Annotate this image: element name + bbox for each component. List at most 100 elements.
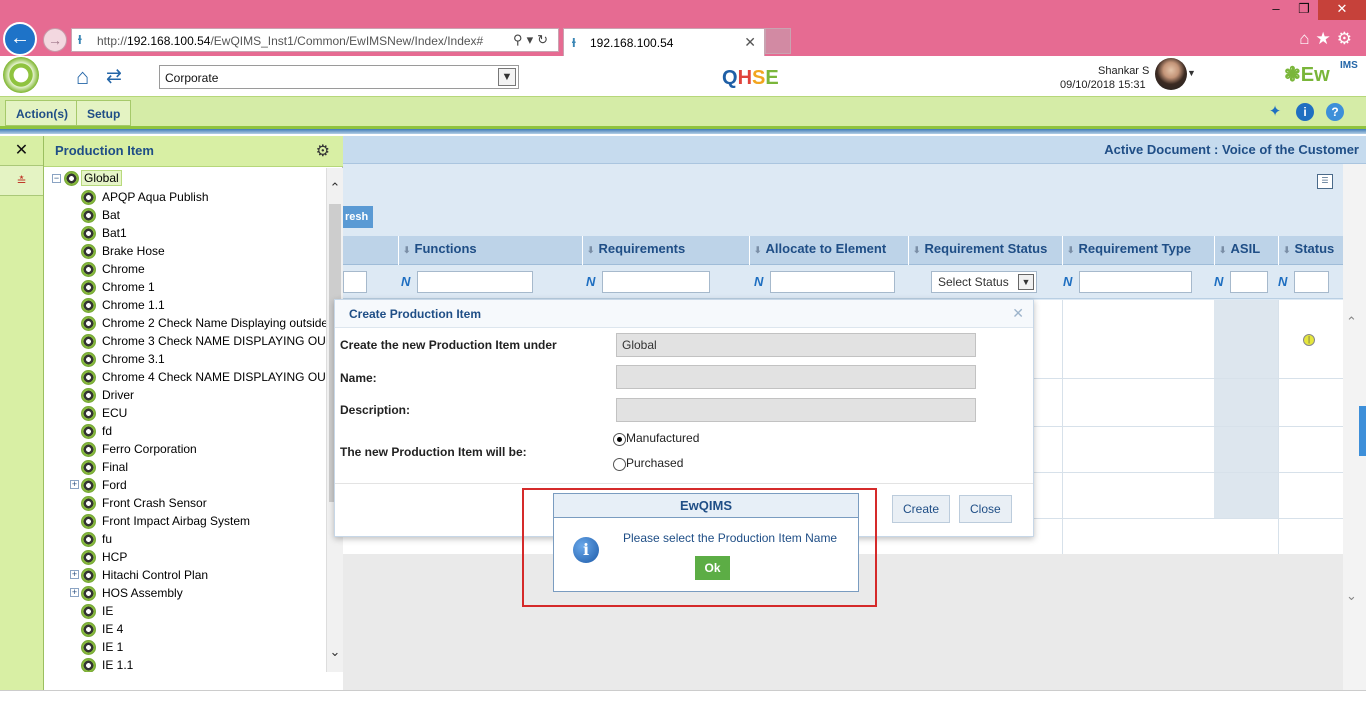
organization-select[interactable]: Corporate ▼ xyxy=(159,65,519,89)
filter-input[interactable] xyxy=(602,271,710,293)
minimize-icon[interactable]: – xyxy=(1262,0,1290,20)
tree-item[interactable]: ECU xyxy=(44,404,326,422)
manufactured-radio[interactable] xyxy=(613,433,626,446)
filter-icon[interactable]: N xyxy=(586,274,595,289)
help-icon[interactable]: ? xyxy=(1326,103,1344,121)
address-actions[interactable]: ⚲▾↻ xyxy=(513,32,552,48)
scroll-down-icon[interactable]: ⌄ xyxy=(327,644,343,660)
home-icon[interactable]: ⌂ xyxy=(76,66,89,88)
expand-chevron-icon[interactable]: ≛ xyxy=(0,166,43,196)
tree-item[interactable]: Chrome 2 Check Name Displaying outside xyxy=(44,314,326,332)
tree-item[interactable]: Front Crash Sensor xyxy=(44,494,326,512)
sort-icon[interactable]: ⬇ xyxy=(1067,245,1075,255)
filter-input[interactable] xyxy=(1079,271,1192,293)
close-icon[interactable]: ✕ xyxy=(1012,305,1024,322)
tree-item[interactable]: Chrome 3.1 xyxy=(44,350,326,368)
sort-icon[interactable]: ⬇ xyxy=(754,245,762,255)
tree-item[interactable]: IE 1 xyxy=(44,638,326,656)
avatar[interactable] xyxy=(1155,58,1187,90)
create-button[interactable]: Create xyxy=(892,495,951,523)
tree-root[interactable]: − Global xyxy=(52,170,122,187)
filter-icon[interactable]: N xyxy=(401,274,410,289)
tree-item[interactable]: APQP Aqua Publish xyxy=(44,188,326,206)
tree-item[interactable]: Brake Hose xyxy=(44,242,326,260)
tree-item[interactable]: HCP xyxy=(44,548,326,566)
scroll-thumb[interactable] xyxy=(1359,406,1366,456)
tree-item[interactable]: IE 1.1 xyxy=(44,656,326,672)
app-logo[interactable] xyxy=(3,57,39,93)
expand-icon[interactable]: + xyxy=(70,588,79,597)
actions-menu-button[interactable]: Action(s) xyxy=(5,100,79,126)
tree-root-label[interactable]: Global xyxy=(81,170,122,186)
favorites-star-icon[interactable]: ★ xyxy=(1316,29,1337,48)
pin-icon[interactable]: ✦ xyxy=(1266,103,1284,121)
forward-button[interactable]: → xyxy=(43,28,67,52)
tree-item[interactable]: Chrome xyxy=(44,260,326,278)
home-icon[interactable]: ⌂ xyxy=(1299,29,1315,48)
tree-item[interactable]: IE 4 xyxy=(44,620,326,638)
restore-icon[interactable]: ❐ xyxy=(1290,0,1318,20)
column-requirements[interactable]: ⬇ Requirements xyxy=(582,236,749,265)
search-icon[interactable]: ⚲ xyxy=(513,32,527,47)
refresh-icon[interactable]: ⇄ xyxy=(106,67,122,87)
close-panel-icon[interactable]: ✕ xyxy=(0,136,43,166)
reload-icon[interactable]: ↻ xyxy=(537,32,552,47)
tree-item[interactable]: Bat1 xyxy=(44,224,326,242)
tree-item[interactable]: Chrome 1.1 xyxy=(44,296,326,314)
expand-icon[interactable]: + xyxy=(70,480,79,489)
filter-input[interactable] xyxy=(1230,271,1268,293)
settings-gear-icon[interactable]: ⚙ xyxy=(1337,29,1358,48)
purchased-radio[interactable] xyxy=(613,458,626,471)
back-button[interactable]: ← xyxy=(3,22,37,56)
column-requirement-status[interactable]: ⬇ Requirement Status xyxy=(908,236,1062,265)
filter-input[interactable] xyxy=(343,271,367,293)
status-filter-select[interactable]: Select Status ▼ xyxy=(931,271,1037,293)
tree-item[interactable]: + Ford xyxy=(44,476,326,494)
tree-item[interactable]: Chrome 1 xyxy=(44,278,326,296)
tree-item[interactable]: + Hitachi Control Plan xyxy=(44,566,326,584)
tree-item[interactable]: Driver xyxy=(44,386,326,404)
tree-item[interactable]: + HOS Assembly xyxy=(44,584,326,602)
column-asil[interactable]: ⬇ ASIL xyxy=(1214,236,1278,265)
filter-input[interactable] xyxy=(1294,271,1329,293)
sort-icon[interactable]: ⬇ xyxy=(1219,245,1227,255)
sort-icon[interactable]: ⬇ xyxy=(913,245,921,255)
filter-icon[interactable]: N xyxy=(1278,274,1287,289)
tree-item[interactable]: Chrome 3 Check NAME DISPLAYING OUTS xyxy=(44,332,326,350)
chevron-down-icon[interactable]: ▼ xyxy=(1018,274,1034,290)
filter-icon[interactable]: N xyxy=(754,274,763,289)
status-indicator-icon[interactable]: | xyxy=(1303,334,1315,346)
column-status[interactable]: ⬇ Status xyxy=(1278,236,1343,265)
close-button[interactable]: Close xyxy=(959,495,1012,523)
gear-icon[interactable]: ⚙ xyxy=(316,141,330,161)
tree-item[interactable]: fd xyxy=(44,422,326,440)
filter-icon[interactable]: N xyxy=(1214,274,1223,289)
description-field[interactable] xyxy=(616,398,976,422)
refresh-button[interactable]: resh xyxy=(343,206,373,228)
scroll-up-icon[interactable]: ⌃ xyxy=(1346,314,1357,330)
name-field[interactable] xyxy=(616,365,976,389)
dropdown-icon[interactable]: ▾ xyxy=(527,32,538,47)
tree-item[interactable]: IE xyxy=(44,602,326,620)
tree-item[interactable]: Ferro Corporation xyxy=(44,440,326,458)
sort-icon[interactable]: ⬇ xyxy=(403,245,411,255)
column-allocate-to-element[interactable]: ⬇ Allocate to Element xyxy=(749,236,908,265)
user-menu-caret-icon[interactable]: ▼ xyxy=(1187,68,1196,78)
column-functions[interactable]: ⬇ Functions xyxy=(398,236,582,265)
new-tab-button[interactable] xyxy=(765,28,791,54)
browser-tab[interactable]: Ɨ 192.168.100.54 ✕ xyxy=(563,28,765,56)
main-scrollbar[interactable]: ⌃ ⌄ xyxy=(1343,164,1366,690)
tree-item[interactable]: Final xyxy=(44,458,326,476)
scroll-down-icon[interactable]: ⌄ xyxy=(1346,588,1357,604)
address-bar[interactable]: Ɨ http://192.168.100.54/EwQIMS_Inst1/Com… xyxy=(71,28,559,52)
chevron-down-icon[interactable]: ▼ xyxy=(498,68,516,86)
filter-icon[interactable]: N xyxy=(1063,274,1072,289)
filter-input[interactable] xyxy=(770,271,895,293)
column-requirement-type[interactable]: ⬇ Requirement Type xyxy=(1062,236,1214,265)
tree-item[interactable]: Bat xyxy=(44,206,326,224)
collapse-icon[interactable]: − xyxy=(52,173,61,183)
tree-item[interactable]: fu xyxy=(44,530,326,548)
sort-icon[interactable]: ⬇ xyxy=(1283,245,1291,255)
filter-input[interactable] xyxy=(417,271,533,293)
sort-icon[interactable]: ⬇ xyxy=(587,245,595,255)
